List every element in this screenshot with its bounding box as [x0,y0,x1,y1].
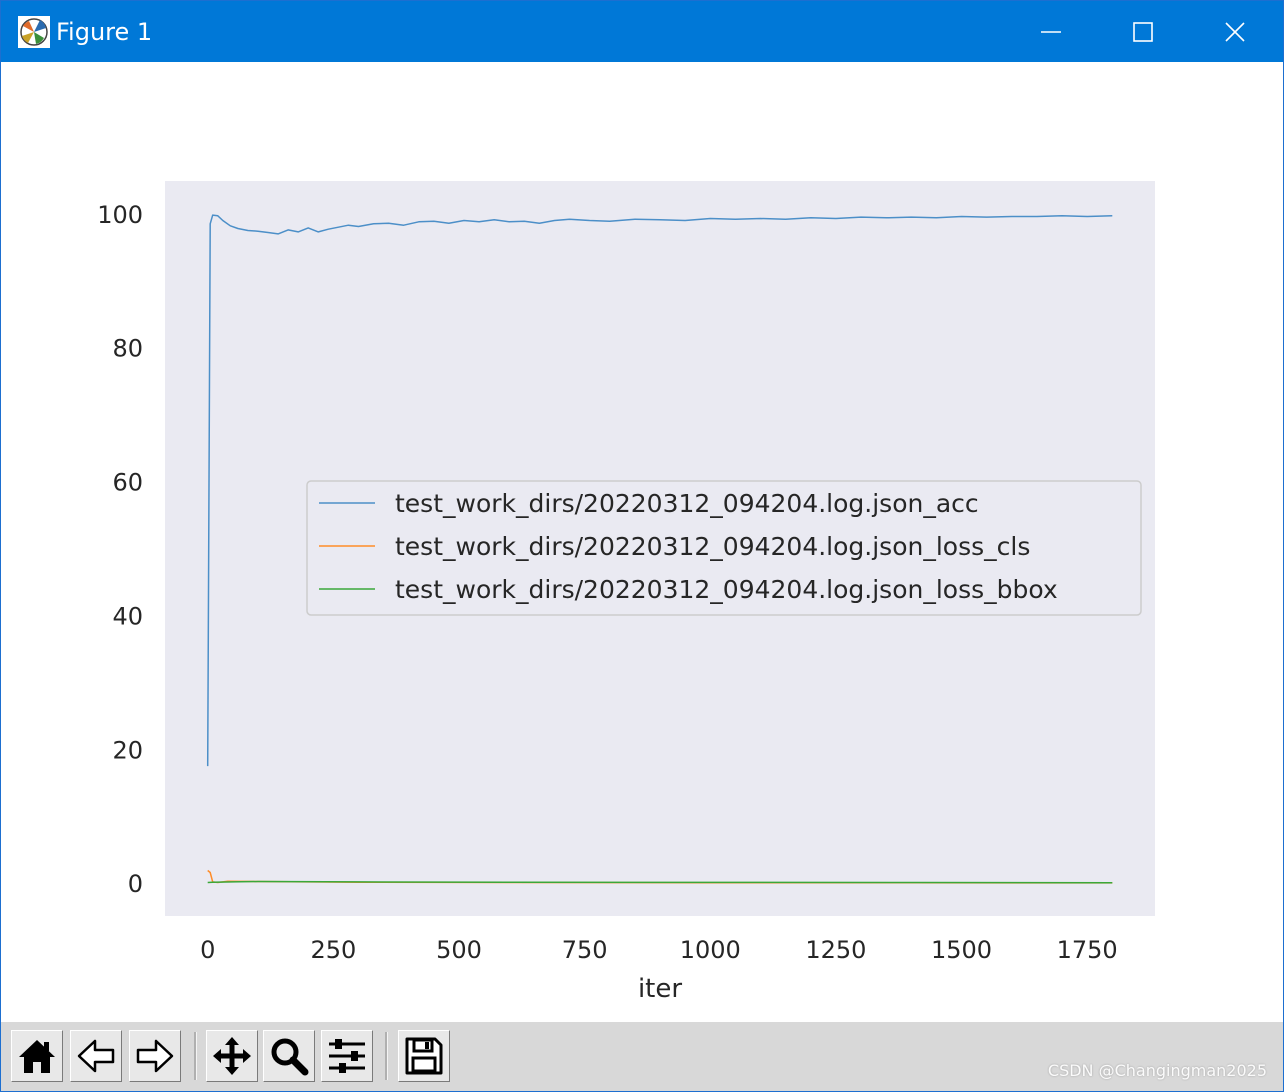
arrow-left-icon [77,1039,115,1073]
x-tick-label: 0 [200,936,215,964]
magnifier-icon [271,1038,309,1076]
legend-entry-label: test_work_dirs/20220312_094204.log.json_… [395,489,979,518]
figure-canvas[interactable]: 0 250 500 750 1000 1250 1500 1750 0 20 40 60 80 100 it… [1,62,1283,1022]
arrow-right-icon [136,1039,174,1073]
close-icon [1225,21,1245,42]
x-tick-label: 500 [436,936,482,964]
back-button[interactable] [70,1030,122,1082]
legend-entry-label: test_work_dirs/20220312_094204.log.json_… [395,575,1058,604]
toolbar-separator [194,1032,197,1080]
window-title: Figure 1 [56,18,153,46]
forward-button[interactable] [129,1030,181,1082]
close-button[interactable] [1189,1,1281,62]
move-arrows-icon [213,1037,251,1075]
pan-button[interactable] [206,1030,258,1082]
x-tick-label: 250 [310,936,356,964]
y-tick-label: 0 [128,870,143,898]
x-tick-label: 1000 [680,936,741,964]
x-axis-label: iter [638,974,682,1004]
title-bar[interactable]: Figure 1 [1,1,1283,62]
toolbar-separator [385,1032,388,1080]
configure-subplots-button[interactable] [321,1030,373,1082]
y-tick-label: 60 [112,469,143,497]
home-button[interactable] [11,1030,63,1082]
maximize-icon [1133,21,1153,42]
watermark-text: CSDN @Changingman2025 [1047,1061,1267,1080]
y-tick-label: 80 [112,335,143,363]
line-chart: 0 250 500 750 1000 1250 1500 1750 0 20 40 60 80 100 it… [97,181,1155,1004]
x-tick-label: 1500 [931,936,992,964]
x-tick-label: 1750 [1057,936,1118,964]
floppy-disk-icon [405,1037,443,1075]
home-icon [19,1040,55,1073]
legend-entry-label: test_work_dirs/20220312_094204.log.json_… [395,532,1030,561]
minimize-icon [1041,30,1061,33]
sliders-icon [329,1039,365,1073]
x-tick-label: 750 [562,936,608,964]
matplotlib-logo-icon [18,16,50,48]
y-tick-label: 20 [112,736,143,764]
zoom-button[interactable] [263,1030,315,1082]
maximize-button[interactable] [1097,1,1189,62]
y-tick-label: 40 [112,602,143,630]
y-tick-label: 100 [97,201,143,229]
save-button[interactable] [398,1030,450,1082]
minimize-button[interactable] [1005,1,1097,62]
figure-window: Figure 1 0 250 500 750 1000 1250 1500 1750 0 20 40… [0,0,1284,1092]
navigation-toolbar [1,1022,1283,1091]
x-tick-label: 1250 [805,936,866,964]
